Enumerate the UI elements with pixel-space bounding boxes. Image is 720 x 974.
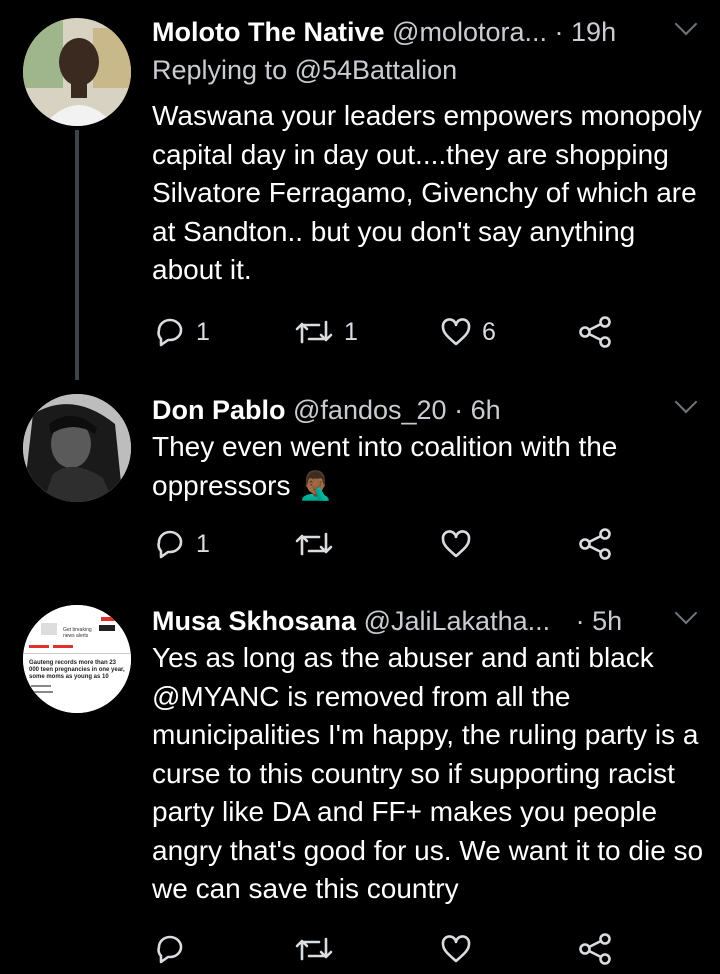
retweet-icon: [295, 937, 333, 961]
tweet-header: Moloto The Native @molotora... · 19h: [152, 12, 700, 50]
tweet-1[interactable]: Moloto The Native @molotora... · 19h Rep…: [0, 12, 720, 374]
heart-icon: [441, 318, 471, 346]
action-bar: [152, 929, 632, 969]
avatar[interactable]: Get breaking news alerts Gauteng records…: [23, 605, 131, 713]
share-icon: [579, 528, 611, 560]
reply-count: 1: [196, 529, 210, 558]
timestamp[interactable]: 19h: [571, 17, 616, 47]
chevron-down-icon[interactable]: [674, 12, 698, 36]
retweet-button[interactable]: 1: [294, 312, 358, 352]
avatar[interactable]: [23, 394, 131, 502]
tweet-text: Waswana your leaders empowers monopoly c…: [152, 100, 710, 285]
retweet-button[interactable]: [294, 524, 344, 564]
like-button[interactable]: [440, 929, 482, 969]
chevron-down-icon[interactable]: [674, 390, 698, 414]
share-icon: [579, 933, 611, 965]
reply-icon: [157, 935, 183, 964]
like-count: 6: [482, 317, 496, 346]
display-name[interactable]: Moloto The Native: [152, 17, 385, 47]
replying-to[interactable]: Replying to @54Battalion: [152, 52, 457, 88]
tweet-2[interactable]: Don Pablo @fandos_20 · 6h They even went…: [0, 390, 720, 582]
tweet-header: Musa Skhosana @JaliLakatha... · 5h: [152, 601, 700, 639]
retweet-icon: [295, 320, 333, 344]
retweet-icon: [295, 532, 333, 556]
timestamp[interactable]: 5h: [592, 606, 622, 636]
tweet-header: Don Pablo @fandos_20 · 6h: [152, 390, 700, 428]
display-name[interactable]: Musa Skhosana: [152, 606, 356, 636]
reply-icon: [157, 318, 183, 347]
share-icon: [579, 316, 611, 348]
share-button[interactable]: [578, 929, 612, 969]
separator-dot: ·: [554, 17, 564, 47]
reply-button[interactable]: [154, 929, 196, 969]
reply-button[interactable]: 1: [154, 524, 210, 564]
like-button[interactable]: 6: [440, 312, 496, 352]
action-bar: 1 1 6: [152, 312, 632, 352]
chevron-down-icon[interactable]: [674, 601, 698, 625]
action-bar: 1: [152, 524, 632, 564]
tweet-text-part: Yes as long as the abuser and anti black: [152, 642, 654, 673]
tweet-3[interactable]: Get breaking news alerts Gauteng records…: [0, 601, 720, 974]
tweet-text: They even went into coalition with the o…: [152, 431, 626, 501]
share-button[interactable]: [578, 524, 612, 564]
avatar[interactable]: [23, 18, 131, 126]
tweet-text: Yes as long as the abuser and anti black…: [152, 639, 712, 909]
reply-icon: [157, 530, 183, 559]
user-handle[interactable]: @fandos_20: [293, 395, 447, 425]
retweet-count: 1: [344, 317, 358, 346]
reply-button[interactable]: 1: [154, 312, 210, 352]
tweet-text-part: is removed from all the municipalities I…: [152, 680, 711, 905]
reply-count: 1: [196, 317, 210, 346]
share-button[interactable]: [578, 312, 612, 352]
timestamp[interactable]: 6h: [471, 395, 501, 425]
heart-icon: [441, 530, 471, 558]
heart-icon: [441, 935, 471, 963]
mention-link[interactable]: @MYANC: [152, 681, 279, 712]
user-handle[interactable]: @JaliLakatha...: [364, 606, 551, 636]
separator-dot: ·: [575, 606, 585, 636]
user-handle[interactable]: @molotora...: [392, 17, 547, 47]
avatar-headline-text: Gauteng records more than 23 000 teen pr…: [29, 660, 125, 681]
like-button[interactable]: [440, 524, 482, 564]
display-name[interactable]: Don Pablo: [152, 395, 286, 425]
separator-dot: ·: [454, 395, 464, 425]
retweet-button[interactable]: [294, 929, 344, 969]
avatar-alert-text: Get breaking news alerts: [63, 627, 92, 639]
